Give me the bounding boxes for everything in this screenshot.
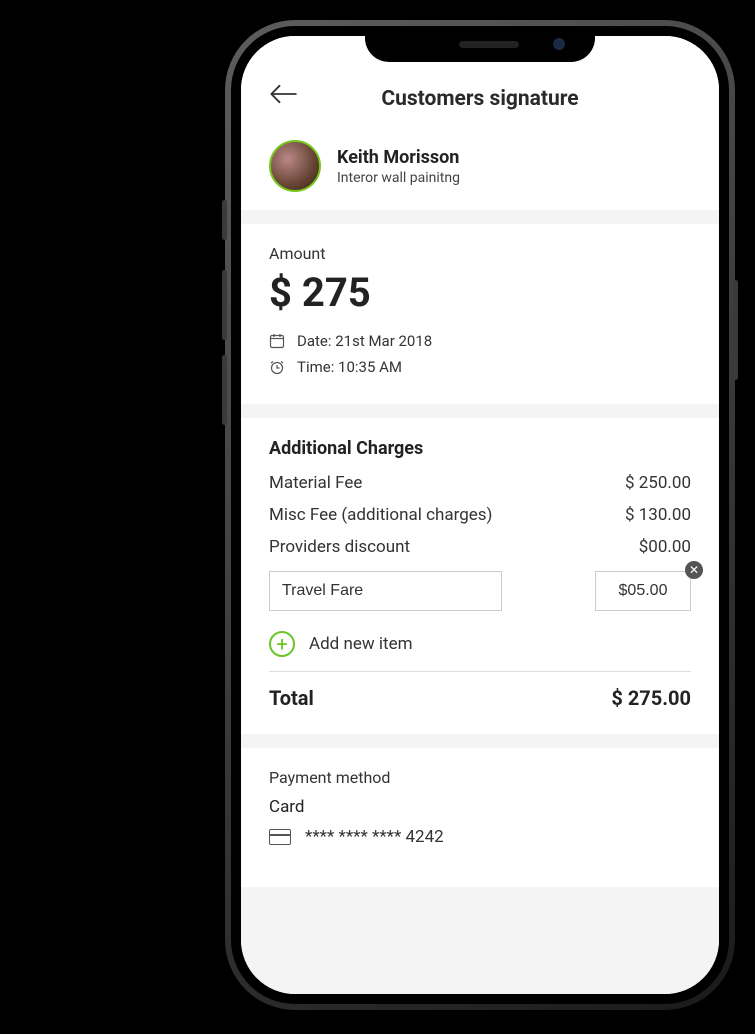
- charge-value: $ 250.00: [625, 473, 691, 493]
- time-text: Time: 10:35 AM: [297, 358, 402, 376]
- payment-title: Payment method: [269, 768, 691, 787]
- arrow-left-icon: [269, 84, 297, 104]
- customer-card: Keith Morisson Interor wall painitng: [241, 122, 719, 210]
- customer-service: Interor wall painitng: [337, 170, 460, 186]
- divider: [269, 671, 691, 672]
- add-item-button[interactable]: + Add new item: [269, 631, 691, 657]
- charge-label: Misc Fee (additional charges): [269, 505, 492, 525]
- provider-brand-label: PROVIDER: [0, 140, 15, 1034]
- charge-value: $ 130.00: [625, 505, 691, 525]
- scroll-area[interactable]: Customers signature Keith Morisson Inter…: [241, 36, 719, 994]
- clock-icon: [269, 359, 285, 375]
- editable-charge-row: ✕: [269, 571, 691, 611]
- power-button: [733, 280, 738, 380]
- charge-row: Material Fee $ 250.00: [269, 473, 691, 493]
- mute-switch: [222, 200, 227, 240]
- charges-title: Additional Charges: [269, 438, 691, 459]
- time-row: Time: 10:35 AM: [269, 358, 691, 376]
- card-row: **** **** **** 4242: [269, 827, 691, 847]
- page-title: Customers signature: [241, 87, 719, 111]
- charge-row: Providers discount $00.00: [269, 537, 691, 557]
- amount-card: Amount $ 275 Date: 21st Mar 2018: [241, 224, 719, 404]
- charge-label: Providers discount: [269, 537, 410, 557]
- total-label: Total: [269, 686, 314, 710]
- charges-card: Additional Charges Material Fee $ 250.00…: [241, 418, 719, 734]
- notch: [365, 26, 595, 62]
- volume-down: [222, 355, 227, 425]
- charge-name-input[interactable]: [269, 571, 502, 611]
- front-camera: [553, 38, 565, 50]
- volume-up: [222, 270, 227, 340]
- date-row: Date: 21st Mar 2018: [269, 332, 691, 350]
- date-text: Date: 21st Mar 2018: [297, 332, 432, 350]
- credit-card-icon: [269, 829, 291, 845]
- charge-value: $00.00: [639, 537, 691, 557]
- payment-type: Card: [269, 797, 691, 817]
- screen: Customers signature Keith Morisson Inter…: [241, 36, 719, 994]
- calendar-icon: [269, 333, 285, 349]
- charge-row: Misc Fee (additional charges) $ 130.00: [269, 505, 691, 525]
- close-icon: ✕: [689, 563, 699, 577]
- customer-name: Keith Morisson: [337, 147, 460, 168]
- amount-value: $ 275: [269, 269, 691, 316]
- total-value: $ 275.00: [611, 686, 691, 710]
- payment-card: Payment method Card **** **** **** 4242: [241, 748, 719, 887]
- speaker-grill: [459, 41, 519, 48]
- remove-charge-button[interactable]: ✕: [685, 561, 703, 579]
- amount-label: Amount: [269, 244, 691, 263]
- avatar: [269, 140, 321, 192]
- back-button[interactable]: [269, 84, 297, 104]
- phone-frame: Customers signature Keith Morisson Inter…: [225, 20, 735, 1010]
- card-masked: **** **** **** 4242: [305, 827, 444, 847]
- total-row: Total $ 275.00: [269, 686, 691, 710]
- charge-value-input[interactable]: [595, 571, 691, 611]
- add-item-label: Add new item: [309, 634, 413, 654]
- charge-label: Material Fee: [269, 473, 362, 493]
- plus-icon: +: [269, 631, 295, 657]
